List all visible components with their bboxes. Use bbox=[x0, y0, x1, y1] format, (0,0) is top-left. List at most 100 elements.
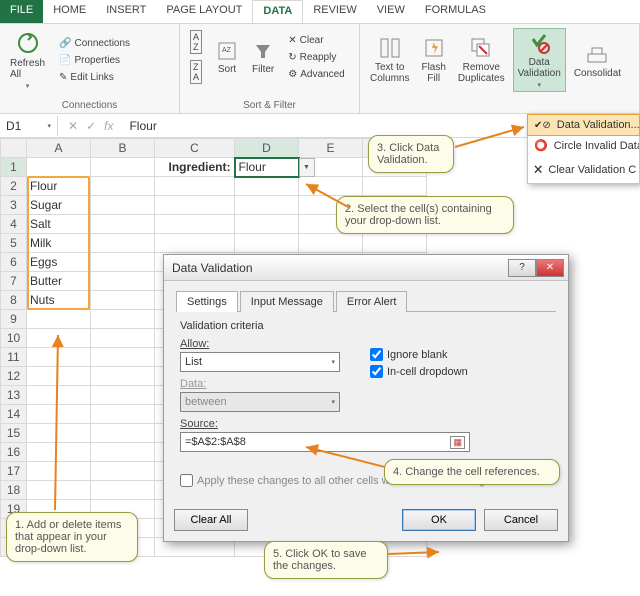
dialog-tab-erroralert[interactable]: Error Alert bbox=[336, 291, 408, 312]
row-header[interactable]: 6 bbox=[1, 253, 27, 272]
source-input[interactable]: =$A$2:$A$8▦ bbox=[180, 432, 470, 452]
fx-icon[interactable]: fx bbox=[104, 119, 113, 133]
cell[interactable]: Milk bbox=[27, 234, 91, 253]
cell[interactable] bbox=[91, 291, 155, 310]
ok-button[interactable]: OK bbox=[402, 509, 476, 531]
cell[interactable]: Flour▼ bbox=[235, 158, 299, 177]
tab-review[interactable]: REVIEW bbox=[303, 0, 366, 23]
accept-icon[interactable]: ✓ bbox=[86, 119, 96, 133]
cell[interactable] bbox=[91, 329, 155, 348]
cell[interactable] bbox=[235, 196, 299, 215]
tab-view[interactable]: VIEW bbox=[367, 0, 415, 23]
cell[interactable] bbox=[27, 310, 91, 329]
tab-formulas[interactable]: FORMULAS bbox=[415, 0, 496, 23]
flash-fill-button[interactable]: Flash Fill bbox=[417, 34, 449, 86]
cell[interactable]: Ingredient: bbox=[155, 158, 235, 177]
cell[interactable] bbox=[155, 215, 235, 234]
cell[interactable] bbox=[299, 234, 363, 253]
tab-data[interactable]: DATA bbox=[252, 0, 303, 23]
row-header[interactable]: 12 bbox=[1, 367, 27, 386]
ignore-blank-checkbox[interactable]: Ignore blank bbox=[370, 348, 468, 361]
dialog-close-button[interactable]: ✕ bbox=[536, 259, 564, 277]
cell[interactable] bbox=[155, 177, 235, 196]
cell[interactable] bbox=[91, 253, 155, 272]
sort-az-button[interactable]: AZ bbox=[186, 28, 206, 56]
cell[interactable]: Eggs bbox=[27, 253, 91, 272]
col-header[interactable]: A bbox=[27, 139, 91, 158]
sort-za-button[interactable]: ZA bbox=[186, 58, 206, 86]
row-header[interactable]: 1 bbox=[1, 158, 27, 177]
row-header[interactable]: 16 bbox=[1, 443, 27, 462]
cell[interactable] bbox=[155, 234, 235, 253]
cell[interactable] bbox=[27, 462, 91, 481]
row-header[interactable]: 7 bbox=[1, 272, 27, 291]
cell[interactable] bbox=[363, 177, 427, 196]
range-picker-icon[interactable]: ▦ bbox=[450, 436, 465, 449]
dialog-titlebar[interactable]: Data Validation ? ✕ bbox=[164, 255, 568, 281]
cell[interactable] bbox=[91, 367, 155, 386]
cell[interactable]: Sugar bbox=[27, 196, 91, 215]
cell[interactable] bbox=[91, 158, 155, 177]
col-header[interactable]: C bbox=[155, 139, 235, 158]
text-to-columns-button[interactable]: Text to Columns bbox=[366, 34, 413, 86]
tab-home[interactable]: HOME bbox=[43, 0, 96, 23]
cell[interactable] bbox=[27, 329, 91, 348]
col-header[interactable]: B bbox=[91, 139, 155, 158]
row-header[interactable]: 11 bbox=[1, 348, 27, 367]
row-header[interactable]: 4 bbox=[1, 215, 27, 234]
cell[interactable] bbox=[91, 310, 155, 329]
cell[interactable] bbox=[27, 158, 91, 177]
cell[interactable]: Butter bbox=[27, 272, 91, 291]
cell[interactable] bbox=[91, 443, 155, 462]
cell[interactable]: Nuts bbox=[27, 291, 91, 310]
cell[interactable] bbox=[91, 177, 155, 196]
cell[interactable] bbox=[27, 481, 91, 500]
row-header[interactable]: 5 bbox=[1, 234, 27, 253]
col-header[interactable]: E bbox=[299, 139, 363, 158]
row-header[interactable]: 14 bbox=[1, 405, 27, 424]
name-box[interactable]: D1▾ bbox=[0, 116, 58, 136]
cell[interactable]: Salt bbox=[27, 215, 91, 234]
reapply-button[interactable]: ↻Reapply bbox=[284, 50, 348, 65]
row-header[interactable]: 2 bbox=[1, 177, 27, 196]
cell[interactable] bbox=[91, 348, 155, 367]
sort-button[interactable]: AZ Sort bbox=[212, 38, 242, 77]
consolidate-button[interactable]: Consolidat bbox=[570, 40, 625, 81]
col-header[interactable]: D bbox=[235, 139, 299, 158]
cell[interactable] bbox=[27, 443, 91, 462]
cell[interactable] bbox=[91, 462, 155, 481]
dialog-tab-settings[interactable]: Settings bbox=[176, 291, 238, 312]
remove-duplicates-button[interactable]: Remove Duplicates bbox=[454, 34, 509, 86]
dialog-help-button[interactable]: ? bbox=[508, 259, 536, 277]
clear-button[interactable]: ✕Clear bbox=[284, 33, 348, 48]
cell[interactable] bbox=[91, 386, 155, 405]
row-header[interactable]: 10 bbox=[1, 329, 27, 348]
cancel-icon[interactable]: ✕ bbox=[68, 119, 78, 133]
cell[interactable] bbox=[91, 215, 155, 234]
cancel-button[interactable]: Cancel bbox=[484, 509, 558, 531]
cell[interactable] bbox=[91, 234, 155, 253]
tab-insert[interactable]: INSERT bbox=[96, 0, 156, 23]
cell-dropdown-handle[interactable]: ▼ bbox=[299, 158, 315, 177]
menu-item-data-validation[interactable]: ✔⊘Data Validation... bbox=[527, 114, 640, 136]
row-header[interactable]: 15 bbox=[1, 424, 27, 443]
row-header[interactable]: 13 bbox=[1, 386, 27, 405]
connections-button[interactable]: 🔗Connections bbox=[55, 36, 134, 51]
cell[interactable] bbox=[235, 215, 299, 234]
properties-button[interactable]: 📄Properties bbox=[55, 53, 134, 68]
cell[interactable] bbox=[91, 272, 155, 291]
cell[interactable] bbox=[91, 405, 155, 424]
cell[interactable]: Flour bbox=[27, 177, 91, 196]
data-validation-button[interactable]: Data Validation▾ bbox=[513, 28, 566, 92]
allow-combobox[interactable]: List▾ bbox=[180, 352, 340, 372]
filter-button[interactable]: Filter bbox=[248, 38, 278, 77]
menu-item-clear-validation[interactable]: 🗙Clear Validation C bbox=[528, 156, 639, 183]
cell[interactable] bbox=[299, 177, 363, 196]
clear-all-button[interactable]: Clear All bbox=[174, 509, 248, 531]
row-header[interactable]: 8 bbox=[1, 291, 27, 310]
menu-item-circle-invalid[interactable]: ⭕Circle Invalid Data bbox=[528, 135, 639, 156]
cell[interactable] bbox=[363, 234, 427, 253]
row-header[interactable]: 9 bbox=[1, 310, 27, 329]
advanced-button[interactable]: ⚙Advanced bbox=[284, 67, 348, 82]
cell[interactable] bbox=[235, 177, 299, 196]
